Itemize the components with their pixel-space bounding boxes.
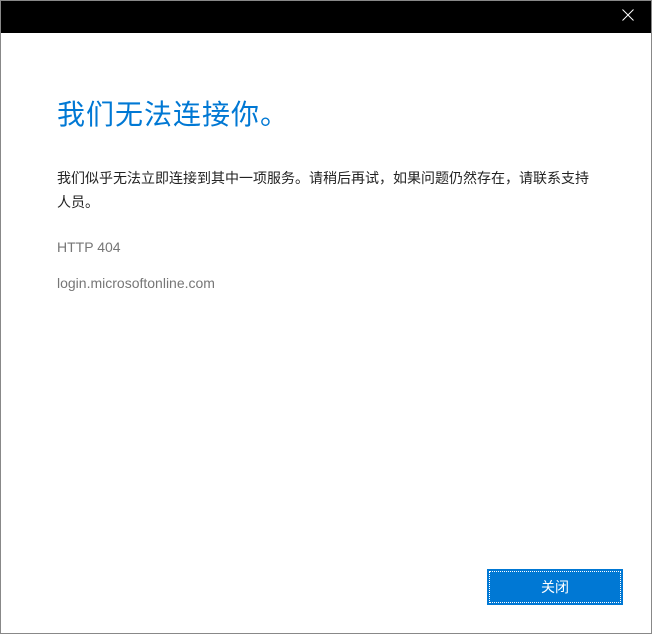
close-icon — [622, 8, 634, 26]
close-action-button[interactable]: 关闭 — [489, 571, 621, 603]
dialog-message: 我们似乎无法立即连接到其中一项服务。请稍后再试，如果问题仍然存在，请联系支持人员… — [57, 167, 595, 215]
titlebar — [1, 1, 651, 33]
dialog-footer: 关闭 — [1, 571, 651, 633]
close-button[interactable] — [605, 1, 651, 33]
error-code: HTTP 404 — [57, 239, 595, 255]
dialog-content: 我们无法连接你。 我们似乎无法立即连接到其中一项服务。请稍后再试，如果问题仍然存… — [1, 33, 651, 571]
error-domain: login.microsoftonline.com — [57, 275, 595, 291]
dialog-heading: 我们无法连接你。 — [57, 93, 595, 133]
